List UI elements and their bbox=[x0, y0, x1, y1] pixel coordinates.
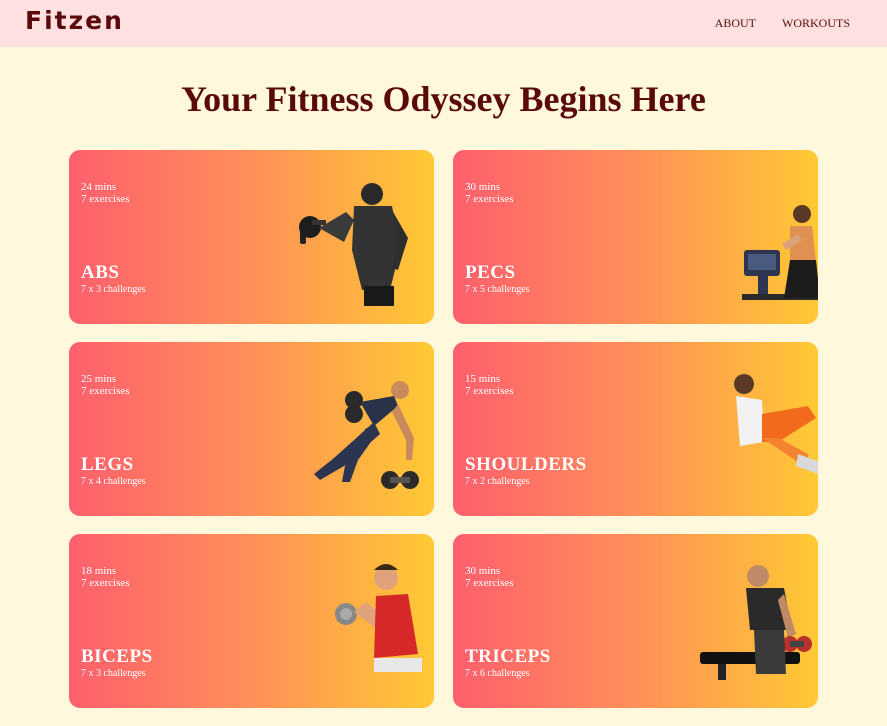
card-meta: 30 mins 7 exercises bbox=[465, 181, 514, 205]
card-duration: 18 mins bbox=[81, 565, 117, 577]
card-challenges: 7 x 2 challenges bbox=[465, 476, 530, 487]
card-meta: 18 mins 7 exercises bbox=[81, 565, 130, 589]
card-title: BICEPS bbox=[81, 646, 153, 667]
card-exercises: 7 exercises bbox=[465, 577, 514, 589]
card-title: ABS bbox=[81, 262, 120, 283]
workout-card-pecs[interactable]: 30 mins 7 exercises PECS 7 x 5 challenge… bbox=[453, 150, 818, 324]
woman-rowing-machine-photo bbox=[742, 205, 818, 300]
card-meta: 25 mins 7 exercises bbox=[81, 373, 130, 397]
card-title: SHOULDERS bbox=[465, 454, 587, 475]
nav-link-workouts[interactable]: WORKOUTS bbox=[782, 16, 850, 31]
workout-card-shoulders[interactable]: 15 mins 7 exercises SHOULDERS 7 x 2 chal… bbox=[453, 342, 818, 516]
card-challenges: 7 x 3 challenges bbox=[81, 668, 146, 679]
man-bench-row-photo bbox=[700, 565, 812, 680]
card-exercises: 7 exercises bbox=[81, 577, 130, 589]
woman-lunge-dumbbells-photo bbox=[314, 381, 419, 489]
card-duration: 24 mins bbox=[81, 181, 117, 193]
workout-card-legs[interactable]: 25 mins 7 exercises LEGS 7 x 4 challenge… bbox=[69, 342, 434, 516]
card-title: PECS bbox=[465, 262, 516, 283]
woman-crunch-photo bbox=[734, 374, 818, 474]
workout-card-biceps[interactable]: 18 mins 7 exercises BICEPS 7 x 3 challen… bbox=[69, 534, 434, 708]
card-duration: 30 mins bbox=[465, 181, 501, 193]
card-title: TRICEPS bbox=[465, 646, 551, 667]
card-challenges: 7 x 6 challenges bbox=[465, 668, 530, 679]
card-challenges: 7 x 3 challenges bbox=[81, 284, 146, 295]
brand-logo[interactable]: Fitzen bbox=[25, 6, 124, 35]
card-exercises: 7 exercises bbox=[81, 385, 130, 397]
card-duration: 15 mins bbox=[465, 373, 501, 385]
card-challenges: 7 x 5 challenges bbox=[465, 284, 530, 295]
card-duration: 30 mins bbox=[465, 565, 501, 577]
page-headline: Your Fitness Odyssey Begins Here bbox=[181, 79, 706, 119]
card-exercises: 7 exercises bbox=[465, 193, 514, 205]
card-challenges: 7 x 4 challenges bbox=[81, 476, 146, 487]
nav-link-about[interactable]: ABOUT bbox=[715, 16, 756, 31]
card-exercises: 7 exercises bbox=[81, 193, 130, 205]
card-meta: 24 mins 7 exercises bbox=[81, 181, 130, 205]
navbar: Fitzen ABOUT WORKOUTS bbox=[0, 0, 887, 47]
nav-links: ABOUT WORKOUTS bbox=[715, 16, 850, 31]
card-exercises: 7 exercises bbox=[465, 385, 514, 397]
workout-card-abs[interactable]: 24 mins 7 exercises ABS 7 x 3 challenges bbox=[69, 150, 434, 324]
card-duration: 25 mins bbox=[81, 373, 117, 385]
man-dumbbell-curl-photo bbox=[299, 183, 408, 306]
workout-card-triceps[interactable]: 30 mins 7 exercises TRICEPS 7 x 6 challe… bbox=[453, 534, 818, 708]
card-title: LEGS bbox=[81, 454, 134, 475]
card-meta: 30 mins 7 exercises bbox=[465, 565, 514, 589]
card-meta: 15 mins 7 exercises bbox=[465, 373, 514, 397]
man-red-tank-curl-photo bbox=[335, 564, 422, 672]
